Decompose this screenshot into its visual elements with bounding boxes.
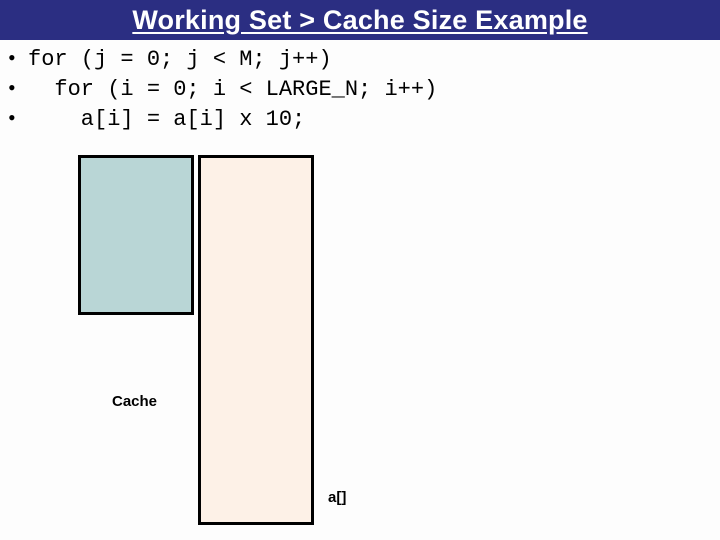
- code-text-3: a[i] = a[i] x 10;: [28, 107, 305, 132]
- diagram: Cache a[]: [78, 155, 578, 535]
- code-line-2: • for (i = 0; i < LARGE_N; i++): [8, 74, 720, 104]
- bullet-icon: •: [8, 104, 28, 132]
- slide-title: Working Set > Cache Size Example: [132, 5, 587, 36]
- code-text-2: for (i = 0; i < LARGE_N; i++): [28, 77, 437, 102]
- bullet-icon: •: [8, 74, 28, 102]
- bullet-icon: •: [8, 44, 28, 72]
- code-block: •for (j = 0; j < M; j++) • for (i = 0; i…: [8, 44, 720, 134]
- title-bar: Working Set > Cache Size Example: [0, 0, 720, 40]
- array-box: [198, 155, 314, 525]
- code-line-1: •for (j = 0; j < M; j++): [8, 44, 720, 74]
- cache-box: [78, 155, 194, 315]
- cache-label: Cache: [112, 393, 157, 410]
- code-text-1: for (j = 0; j < M; j++): [28, 47, 332, 72]
- array-label: a[]: [328, 489, 346, 506]
- code-line-3: • a[i] = a[i] x 10;: [8, 104, 720, 134]
